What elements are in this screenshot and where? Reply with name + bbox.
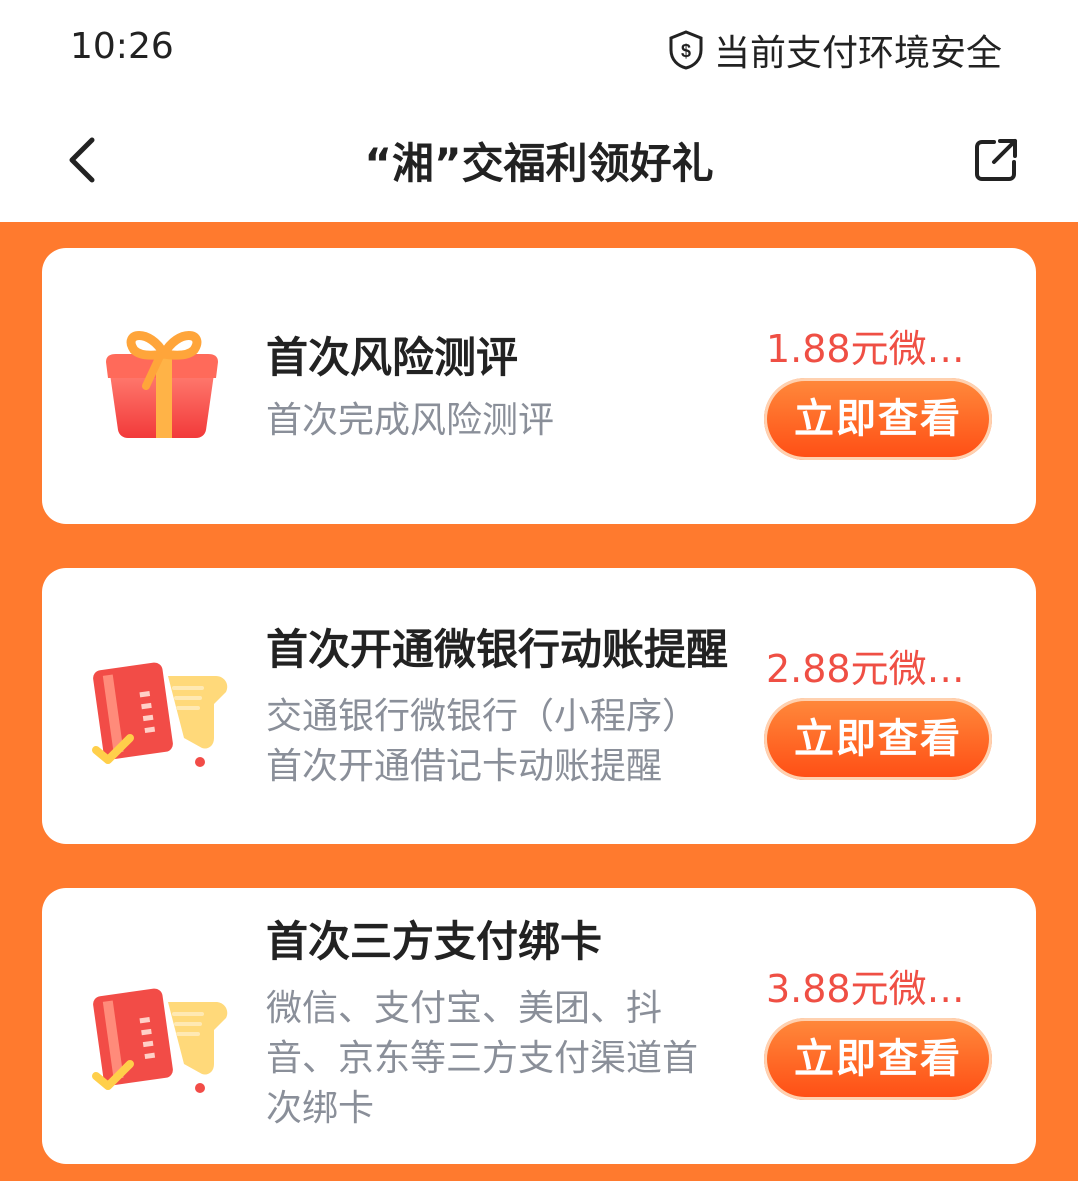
bank-card-receipt-icon: [92, 988, 228, 1093]
svg-text:$: $: [681, 41, 691, 61]
status-time: 10:26: [70, 26, 174, 67]
shield-dollar-icon: $: [669, 30, 703, 70]
share-icon[interactable]: [972, 136, 1020, 184]
task-card-third-party-binding: 首次三方支付绑卡 微信、支付宝、美团、抖音、京东等三方支付渠道首次绑卡 3.88…: [42, 888, 1036, 1164]
security-indicator: $ 当前支付环境安全: [668, 24, 1002, 76]
security-text: 当前支付环境安全: [713, 33, 1002, 74]
card-title: 首次开通微银行动账提醒: [266, 625, 728, 674]
gift-box-icon: [106, 331, 218, 438]
task-card-account-alert: 首次开通微银行动账提醒 交通银行微银行（小程序）首次开通借记卡动账提醒 2.88…: [42, 568, 1036, 844]
reward-text: 1.88元微信立减金: [766, 327, 992, 371]
card-title: 首次风险测评: [266, 333, 519, 382]
card-description: 首次完成风险测评: [266, 400, 555, 441]
bank-card-receipt-icon: [92, 662, 228, 767]
view-now-button[interactable]: 立即查看: [764, 378, 992, 460]
card-title: 首次三方支付绑卡: [266, 917, 603, 966]
view-now-button[interactable]: 立即查看: [764, 698, 992, 780]
reward-text: 2.88元微信立减金: [766, 647, 992, 691]
reward-text: 3.88元微信立减金: [766, 967, 992, 1011]
page-title: “湘”交福利领好礼: [364, 139, 714, 188]
view-now-button[interactable]: 立即查看: [764, 1018, 992, 1100]
card-description: 交通银行微银行（小程序）首次开通借记卡动账提醒: [266, 696, 699, 787]
task-card-risk-assessment: 首次风险测评 首次完成风险测评 1.88元微信立减金 立即查看: [42, 248, 1036, 524]
card-description: 微信、支付宝、美团、抖音、京东等三方支付渠道首次绑卡: [266, 988, 699, 1129]
